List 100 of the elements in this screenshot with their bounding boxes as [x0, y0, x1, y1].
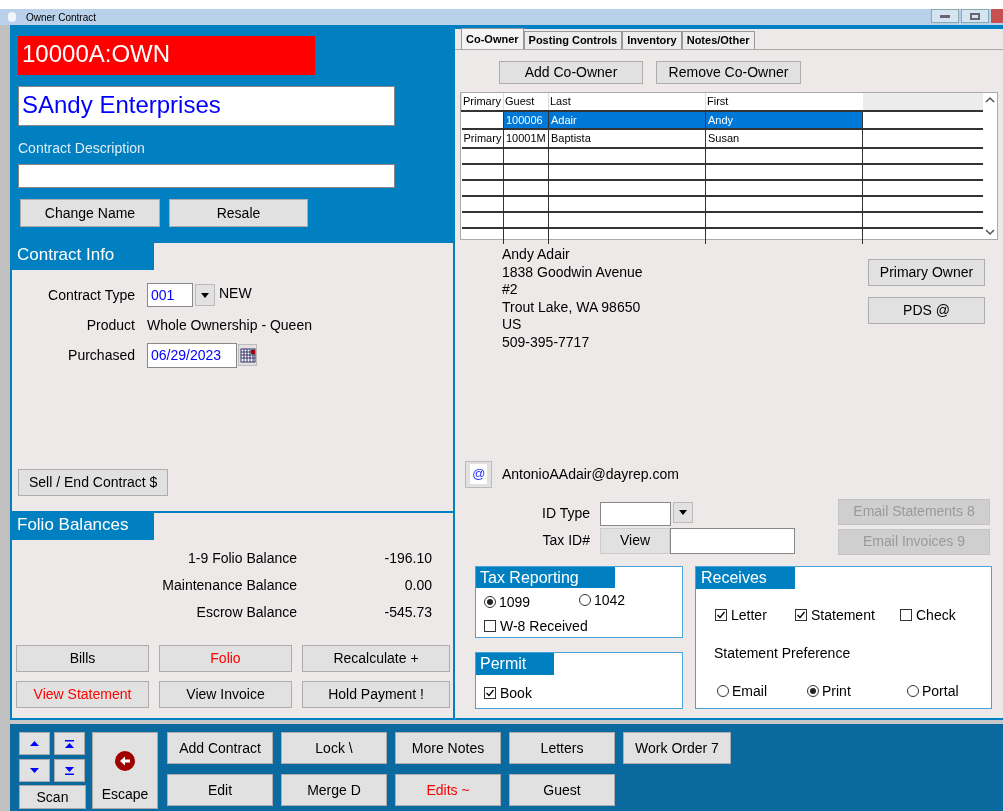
remove-co-owner-button[interactable]: Remove Co-Owner [656, 61, 801, 84]
option-label: Print [822, 681, 851, 701]
section-header: Tax Reporting [476, 566, 615, 588]
folio-action-button[interactable]: View Invoice [159, 681, 292, 708]
option-label: Book [500, 683, 532, 703]
last-record-button[interactable] [54, 759, 85, 782]
checkbox[interactable] [715, 609, 727, 622]
option-label: 1099 [499, 592, 531, 612]
scroll-up-icon[interactable] [985, 96, 995, 104]
tab[interactable]: Notes/Other [681, 31, 755, 49]
radio-button[interactable] [579, 594, 591, 607]
option-label: Email [732, 681, 767, 701]
table-cell: Susan [705, 129, 863, 148]
option-label: W-8 Received [500, 616, 588, 636]
scan-button[interactable]: Scan [19, 785, 86, 809]
address-line: 509-395-7717 [502, 333, 591, 352]
section-header: Receives [696, 566, 795, 589]
tab[interactable]: Posting Controls [523, 31, 623, 49]
table-cell: 10001M [503, 129, 549, 148]
toolbar-button[interactable]: Merge D [281, 774, 387, 806]
radio-button[interactable] [717, 685, 729, 698]
down-arrow-button[interactable] [19, 759, 50, 782]
column-header[interactable]: Guest [503, 93, 549, 111]
radio-button[interactable] [907, 685, 919, 698]
radio-button[interactable] [807, 685, 819, 698]
id-type-field[interactable] [600, 501, 671, 526]
primary-owner-button[interactable]: Primary Owner [868, 259, 985, 286]
option-label: Portal [922, 681, 959, 701]
address-line: #2 [502, 281, 519, 299]
option-label: Letter [731, 605, 767, 625]
folio-action-button[interactable]: Recalculate + [302, 645, 450, 672]
address-line: 1838 Goodwin Avenue [502, 263, 644, 282]
balance-amount: -545.73 [383, 602, 432, 622]
toolbar-button[interactable]: Lock \ [281, 732, 387, 764]
balance-label: Escrow Balance [195, 602, 297, 622]
field-label: Tax ID# [541, 531, 590, 551]
field-label: ID Type [541, 504, 590, 524]
address-line: Andy Adair [502, 246, 571, 264]
column-header[interactable]: Last [548, 93, 706, 111]
toolbar-button[interactable]: Add Contract [167, 732, 273, 764]
description-field[interactable] [18, 164, 395, 188]
add-co-owner-button[interactable]: Add Co-Owner [499, 61, 643, 84]
escape-button[interactable]: Escape [92, 732, 158, 809]
toolbar-button[interactable]: Edit [167, 774, 273, 806]
balance-amount: 0.00 [403, 575, 432, 595]
column-header[interactable]: Primary [461, 93, 504, 111]
last-record-icon [65, 766, 74, 775]
minimize-button[interactable] [931, 9, 959, 23]
change-name-button[interactable]: Change Name [20, 199, 160, 227]
toolbar-button[interactable]: More Notes [395, 732, 501, 764]
radio-button[interactable] [484, 596, 496, 609]
checkbox[interactable] [484, 620, 496, 633]
folio-action-button[interactable]: Bills [16, 645, 149, 672]
column-header[interactable]: First [705, 93, 863, 111]
tab[interactable]: Co-Owner [461, 28, 524, 49]
tab[interactable]: Inventory [622, 31, 682, 49]
option-label: Statement [811, 605, 875, 625]
pds-button[interactable]: PDS @ [868, 297, 985, 324]
first-record-icon [65, 739, 74, 748]
contract-id-banner: 10000A:OWN [18, 36, 315, 75]
app-icon [8, 12, 16, 22]
checkbox[interactable] [900, 609, 912, 622]
dropdown-button[interactable] [673, 501, 693, 523]
section-header: Permit [476, 652, 554, 675]
field-label: Statement Preference [713, 643, 852, 663]
address-line: Trout Lake, WA 98650 [502, 298, 642, 317]
section-header: Folio Balances [12, 513, 154, 540]
balance-amount: -196.10 [383, 548, 432, 568]
email-address: AntonioAAdair@dayrep.com [502, 464, 679, 484]
tax-id-field[interactable] [670, 527, 795, 554]
dropdown-arrow-icon [679, 509, 687, 515]
toolbar-button[interactable]: Letters [509, 732, 615, 764]
table-cell: Baptista [548, 129, 706, 148]
contract-type-field[interactable]: 001 [147, 283, 193, 307]
option-label: Check [916, 605, 956, 625]
folio-action-button[interactable]: Hold Payment ! [302, 681, 450, 708]
date-field[interactable]: 06/29/2023 [147, 342, 237, 368]
toolbar-button[interactable]: Guest [509, 774, 615, 806]
maximize-button[interactable] [961, 9, 989, 23]
balance-label: Maintenance Balance [161, 575, 297, 595]
first-record-button[interactable] [54, 732, 85, 755]
toolbar-button[interactable]: Work Order 7 [623, 732, 731, 764]
calendar-icon[interactable] [238, 344, 257, 366]
dropdown-button[interactable] [195, 284, 215, 306]
view-button[interactable]: View [600, 527, 670, 554]
resale-button[interactable]: Resale [169, 199, 308, 227]
section-header: Contract Info [12, 243, 154, 270]
window-title: Owner Contract [26, 10, 97, 25]
up-arrow-button[interactable] [19, 732, 50, 755]
balance-label: 1-9 Folio Balance [187, 548, 297, 568]
status-text: NEW [219, 284, 252, 303]
table-cell: Primary [461, 129, 504, 148]
checkbox[interactable] [484, 687, 496, 700]
checkbox[interactable] [795, 609, 807, 622]
email-icon[interactable]: @ [465, 460, 492, 488]
field-label: Purchased [67, 345, 135, 365]
product-name: Whole Ownership - Queen [147, 315, 312, 335]
sell-end-contract-button[interactable]: Sell / End Contract $ [18, 469, 169, 496]
owner-name-field[interactable]: SAndy Enterprises [18, 86, 395, 126]
scroll-down-icon[interactable] [985, 228, 995, 236]
